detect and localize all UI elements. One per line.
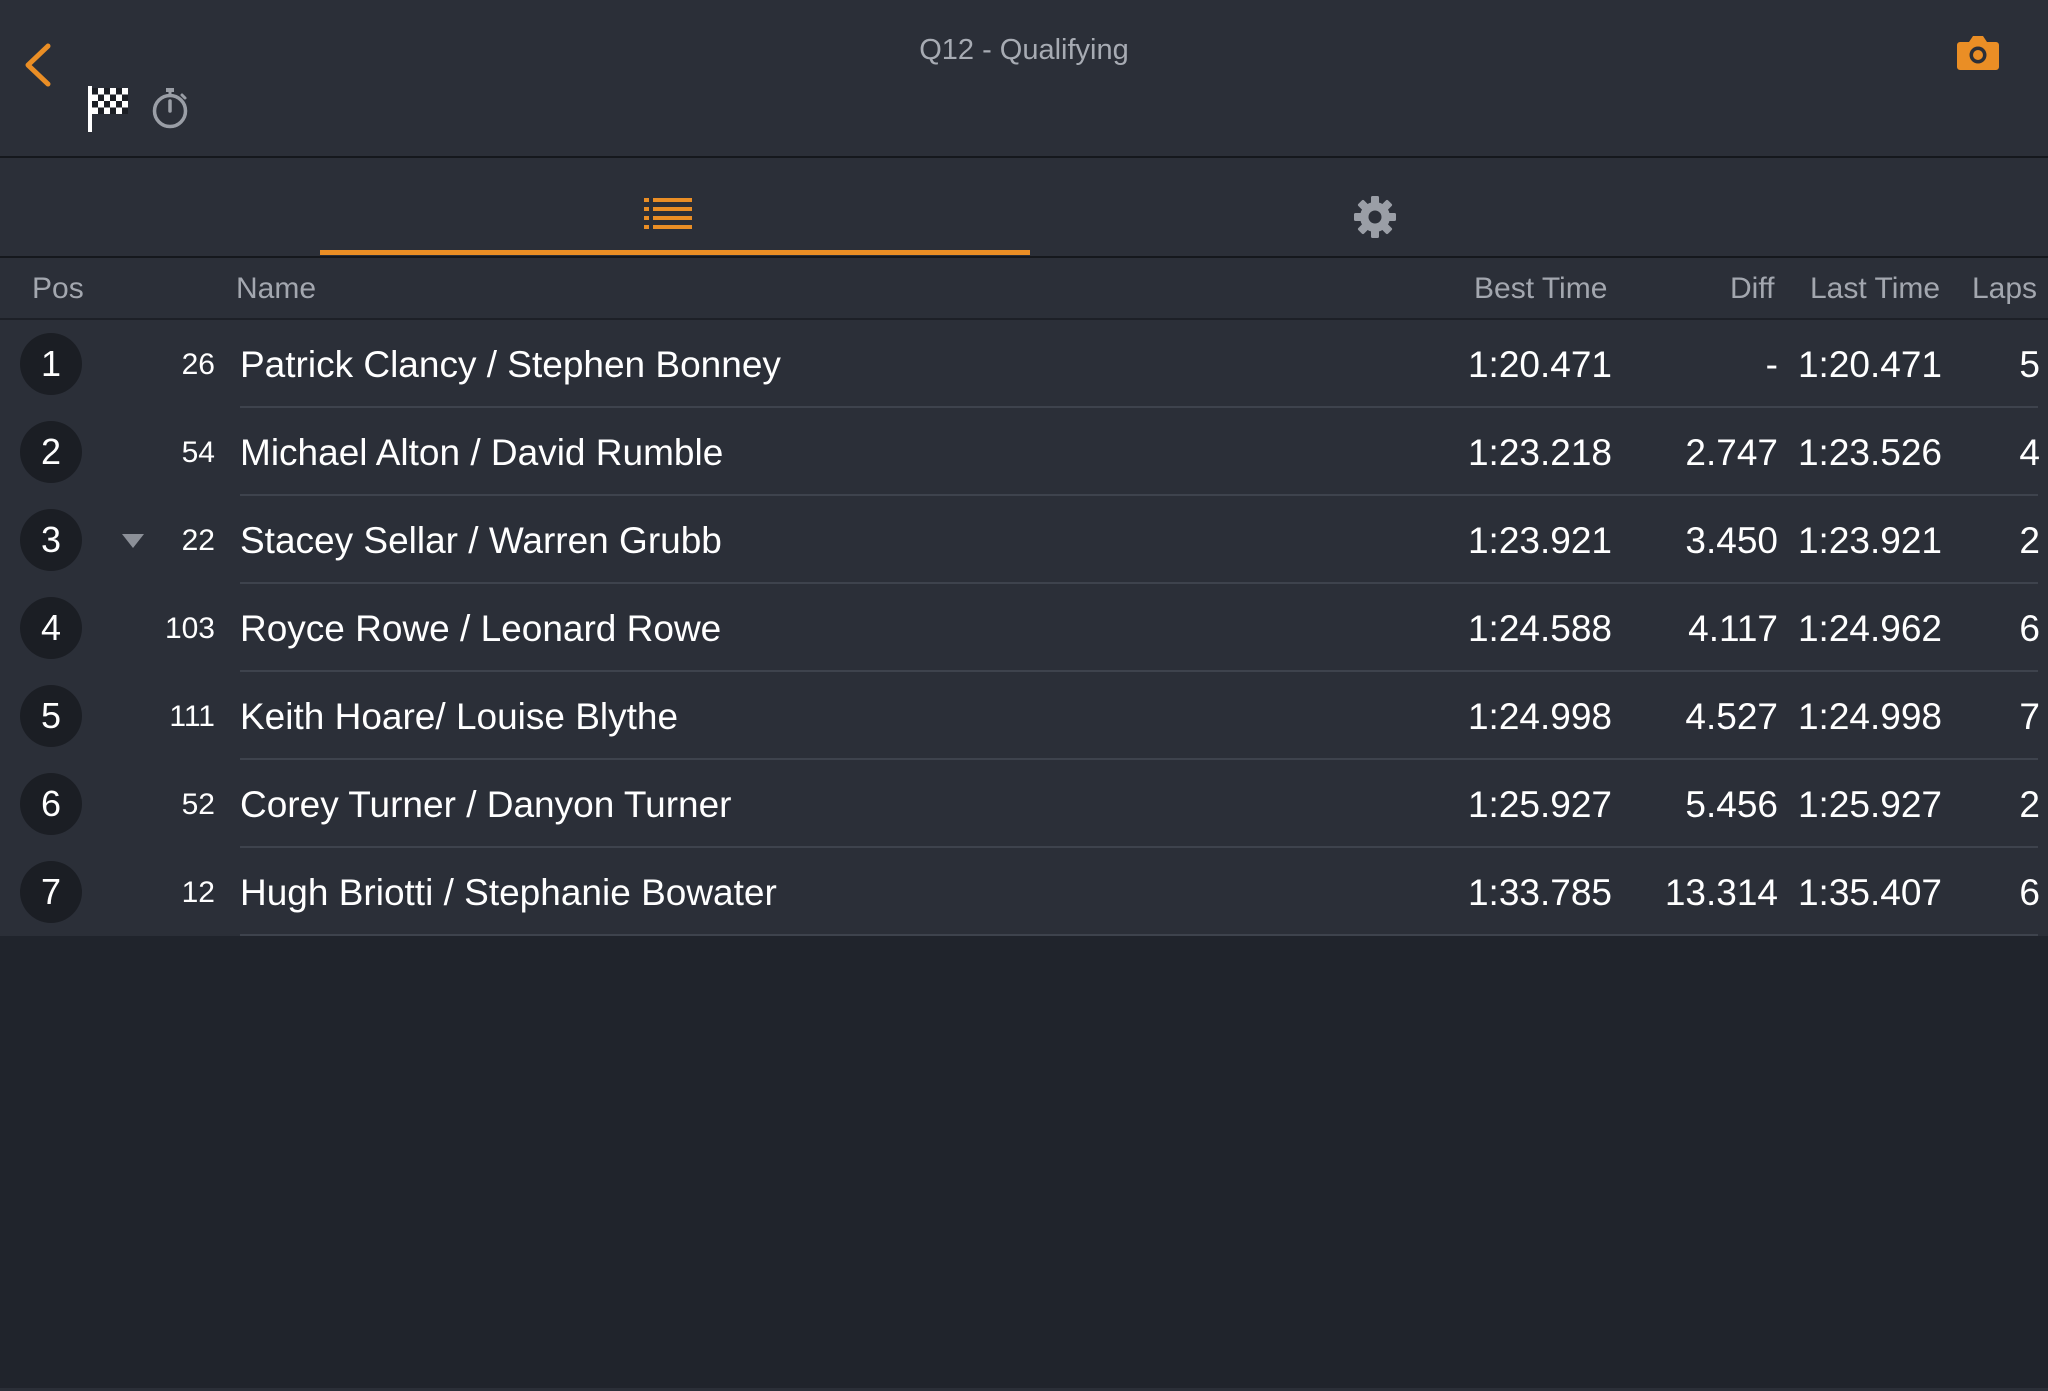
stopwatch-button[interactable] <box>150 86 190 130</box>
driver-names: Corey Turner / Danyon Turner <box>240 784 732 825</box>
driver-names: Hugh Briotti / Stephanie Bowater <box>240 872 777 913</box>
best-time: 1:20.471 <box>1467 344 1612 385</box>
column-header-last-time: Last Time <box>1810 272 1941 305</box>
lap-count: 2 <box>2019 784 2040 825</box>
best-time: 1:33.785 <box>1467 872 1612 913</box>
best-time: 1:23.218 <box>1467 432 1612 473</box>
last-time: 1:23.526 <box>1797 432 1942 473</box>
car-number: 12 <box>181 876 215 909</box>
top-bar: Q12 - Qualifying <box>0 0 2048 158</box>
driver-names: Michael Alton / David Rumble <box>240 432 724 473</box>
stopwatch-icon <box>152 88 188 129</box>
time-diff: 5.456 <box>1685 784 1778 825</box>
position-badge: 5 <box>20 685 82 747</box>
position-badge: 3 <box>20 509 82 571</box>
position-badge: 6 <box>20 773 82 835</box>
camera-icon <box>1957 36 1999 70</box>
time-diff: 4.527 <box>1685 696 1778 737</box>
table-row[interactable]: 5 111 Keith Hoare/ Louise Blythe 1:24.998 4.… <box>0 672 2048 760</box>
time-diff: 2.747 <box>1685 432 1778 473</box>
list-icon <box>644 198 692 229</box>
gear-icon <box>1354 196 1396 238</box>
active-tab-indicator <box>320 250 1030 255</box>
column-header-best-time: Best Time <box>1474 272 1608 305</box>
last-time: 1:20.471 <box>1797 344 1942 385</box>
tab-bar <box>0 158 2048 258</box>
best-time: 1:24.998 <box>1467 696 1612 737</box>
last-time: 1:24.998 <box>1797 696 1942 737</box>
time-diff: 13.314 <box>1664 872 1778 913</box>
row-divider <box>240 934 2038 936</box>
table-row[interactable]: 7 12 Hugh Briotti / Stephanie Bowater 1:33.… <box>0 848 2048 936</box>
best-time: 1:25.927 <box>1467 784 1612 825</box>
lap-count: 7 <box>2019 696 2040 737</box>
driver-names: Keith Hoare/ Louise Blythe <box>240 696 679 737</box>
table-header: Pos Name Best Time Diff Last Time Laps <box>0 258 2048 320</box>
position-badge: 2 <box>20 421 82 483</box>
last-time: 1:35.407 <box>1797 872 1942 913</box>
position-badge: 1 <box>20 333 82 395</box>
car-number: 26 <box>181 348 215 381</box>
column-header-laps: Laps <box>1972 272 2038 305</box>
last-time: 1:25.927 <box>1797 784 1942 825</box>
checkered-flag-button[interactable] <box>86 84 132 134</box>
best-time: 1:24.588 <box>1467 608 1612 649</box>
table-row[interactable]: 6 52 Corey Turner / Danyon Turner 1:25.927 5… <box>0 760 2048 848</box>
camera-button[interactable] <box>1956 32 2000 72</box>
table-row[interactable]: 4 103 Royce Rowe / Leonard Rowe 1:24.588 4.1… <box>0 584 2048 672</box>
car-number: 52 <box>181 788 215 821</box>
table-row[interactable]: 2 54 Michael Alton / David Rumble 1:23.218 2… <box>0 408 2048 496</box>
column-header-pos: Pos <box>32 272 84 305</box>
lap-count: 5 <box>2019 344 2040 385</box>
last-time: 1:24.962 <box>1797 608 1942 649</box>
best-time: 1:23.921 <box>1467 520 1612 561</box>
table-row[interactable]: 3 22 Stacey Sellar / Warren Grubb 1:23.921 3… <box>0 496 2048 584</box>
lap-count: 4 <box>2019 432 2040 473</box>
column-header-name: Name <box>236 272 317 305</box>
lap-count: 6 <box>2019 872 2040 913</box>
driver-names: Royce Rowe / Leonard Rowe <box>240 608 722 649</box>
tab-list[interactable] <box>320 158 1030 256</box>
car-number: 22 <box>181 524 215 557</box>
time-diff: 3.450 <box>1685 520 1778 561</box>
time-diff: 4.117 <box>1688 608 1778 649</box>
page-title: Q12 - Qualifying <box>919 34 1129 66</box>
time-diff: - <box>1765 344 1778 385</box>
checkered-flag-icon <box>88 86 128 132</box>
car-number: 111 <box>169 700 215 733</box>
column-header-diff: Diff <box>1730 272 1775 305</box>
lap-count: 6 <box>2019 608 2040 649</box>
last-time: 1:23.921 <box>1797 520 1942 561</box>
table-row[interactable]: 1 26 Patrick Clancy / Stephen Bonney 1:20.4… <box>0 320 2048 408</box>
position-badge: 4 <box>20 597 82 659</box>
lap-count: 2 <box>2019 520 2040 561</box>
tab-settings[interactable] <box>1020 158 1730 256</box>
car-number: 103 <box>164 612 215 645</box>
position-badge: 7 <box>20 861 82 923</box>
driver-names: Patrick Clancy / Stephen Bonney <box>240 344 781 385</box>
car-number: 54 <box>181 436 215 469</box>
driver-names: Stacey Sellar / Warren Grubb <box>240 520 722 561</box>
